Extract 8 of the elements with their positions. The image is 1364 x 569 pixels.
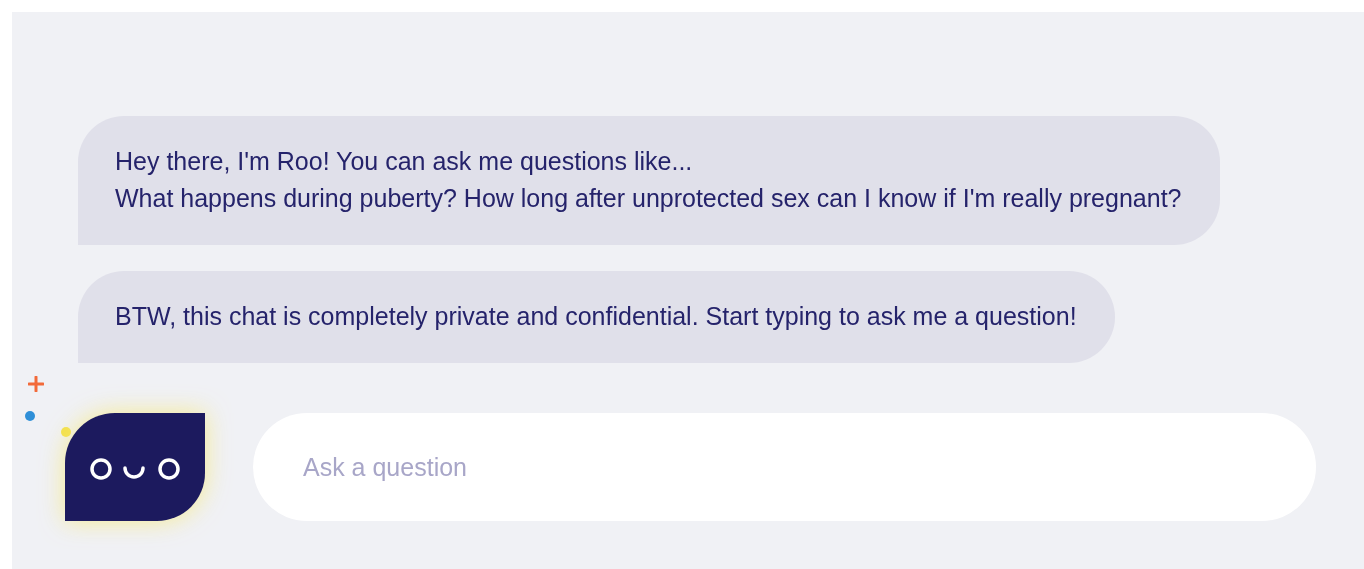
bot-avatar-icon [65,413,205,521]
dot-icon [25,411,35,421]
message-text: Hey there, I'm Roo! You can ask me questions like... [115,146,694,177]
message-text: BTW, this chat is completely private and confidential. Start typing to ask me a question! [115,301,1077,332]
question-input[interactable]: Ask a question [253,413,1316,521]
dot-icon [61,427,71,437]
message-text: What happens during puberty? How long after unprotected sex can I know if I'm really pregnant? [115,183,1182,214]
plus-icon [28,376,44,392]
